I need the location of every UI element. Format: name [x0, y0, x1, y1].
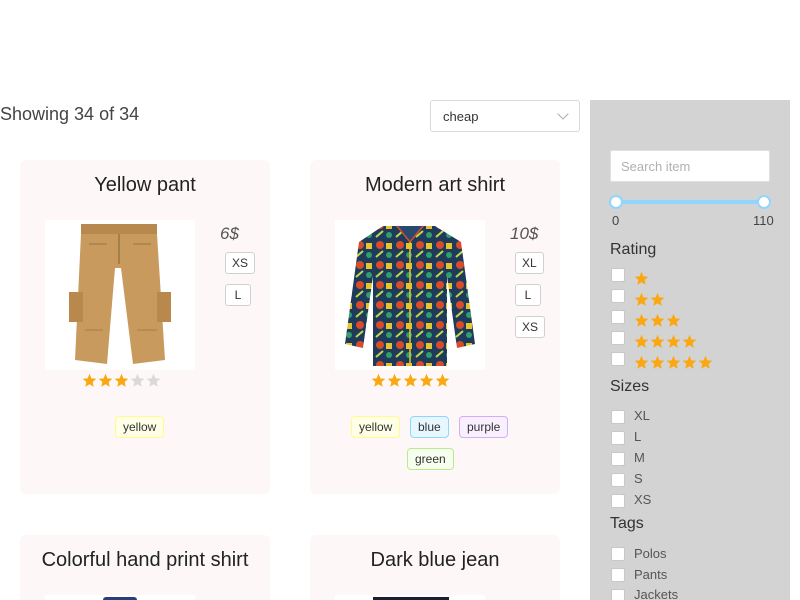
size-label: XL [634, 408, 650, 423]
product-image-dark-blue-jean [335, 595, 485, 600]
rating-option-stars [634, 355, 713, 370]
size-label: M [634, 450, 645, 465]
star-filled-icon [403, 373, 418, 387]
star-filled-icon [98, 373, 113, 387]
tag-label: Pants [634, 567, 668, 582]
star-filled-icon [82, 373, 97, 387]
product-card[interactable]: Modern art shirt 10$ XL L XS yellow blue… [310, 160, 560, 494]
product-price: 6$ [220, 224, 239, 243]
star-filled-icon [650, 313, 665, 327]
star-empty-icon [130, 373, 145, 387]
star-filled-icon [634, 313, 649, 327]
star-filled-icon [650, 334, 665, 348]
tag-yellow: yellow [115, 416, 165, 438]
sort-select-value: cheap [443, 108, 479, 124]
size-checkbox-m[interactable] [611, 452, 625, 466]
star-filled-icon [650, 355, 665, 369]
product-price: 10$ [510, 224, 539, 243]
size-badge: XS [225, 252, 256, 274]
size-checkbox-l[interactable] [611, 431, 625, 445]
product-image-modern-art-shirt [335, 220, 485, 370]
price-slider-track[interactable] [615, 200, 765, 204]
rating-checkbox-3[interactable] [611, 310, 625, 324]
product-card[interactable]: Dark blue jean [310, 535, 560, 600]
price-min-label: 0 [612, 213, 620, 228]
size-checkbox-xl[interactable] [611, 410, 625, 424]
size-checkbox-xs[interactable] [611, 494, 625, 508]
size-badge: XS [515, 316, 546, 338]
star-filled-icon [682, 355, 697, 369]
rating-option-stars [634, 334, 697, 349]
size-label: XS [634, 492, 652, 507]
results-count: Showing 34 of 34 [0, 104, 140, 124]
size-badge: L [515, 284, 541, 306]
tag-yellow: yellow [351, 416, 401, 438]
product-image-colorful-shirt [45, 595, 195, 600]
rating-option-stars [634, 313, 681, 328]
star-filled-icon [666, 334, 681, 348]
price-max-label: 110 [753, 213, 774, 228]
star-filled-icon [387, 373, 402, 387]
size-checkbox-s[interactable] [611, 473, 625, 487]
price-slider-min-handle[interactable] [609, 195, 623, 209]
rating-section-title: Rating [610, 241, 657, 258]
tag-blue: blue [410, 416, 449, 438]
chevron-down-icon [557, 108, 569, 120]
price-slider-max-handle[interactable] [757, 195, 771, 209]
size-badge: XL [515, 252, 544, 274]
tag-purple: purple [459, 416, 509, 438]
product-title: Yellow pant [94, 174, 196, 196]
rating-option-stars [634, 292, 665, 307]
size-label: L [634, 429, 642, 444]
star-filled-icon [666, 355, 681, 369]
star-filled-icon [435, 373, 450, 387]
tags-section-title: Tags [610, 515, 644, 532]
product-card[interactable]: Colorful hand print shirt [20, 535, 270, 600]
tag-label: Polos [634, 546, 667, 561]
star-filled-icon [698, 355, 713, 369]
product-title: Dark blue jean [370, 549, 500, 571]
star-filled-icon [634, 334, 649, 348]
product-rating [371, 373, 450, 388]
star-filled-icon [634, 292, 649, 306]
product-title: Modern art shirt [364, 174, 506, 196]
product-card[interactable]: Yellow pant 6$ XS L yellow [20, 160, 270, 494]
tag-checkbox-pants[interactable] [611, 568, 625, 582]
filter-sidebar: 0 110 Rating Sizes XL L M S XS Tags Polo… [590, 100, 790, 600]
star-filled-icon [634, 271, 649, 285]
size-label: S [634, 471, 643, 486]
star-filled-icon [682, 334, 697, 348]
star-filled-icon [634, 355, 649, 369]
search-input[interactable] [610, 150, 770, 182]
tag-green: green [407, 448, 454, 470]
rating-checkbox-2[interactable] [611, 289, 625, 303]
sizes-section-title: Sizes [610, 378, 650, 395]
star-empty-icon [146, 373, 161, 387]
star-filled-icon [650, 292, 665, 306]
product-image-yellow-pant [45, 220, 195, 370]
rating-checkbox-4[interactable] [611, 331, 625, 345]
size-badge: L [225, 284, 251, 306]
rating-checkbox-1[interactable] [611, 268, 625, 282]
tag-label: Jackets [634, 587, 679, 600]
star-filled-icon [666, 313, 681, 327]
tag-checkbox-jackets[interactable] [611, 589, 625, 600]
rating-checkbox-5[interactable] [611, 352, 625, 366]
star-filled-icon [114, 373, 129, 387]
star-filled-icon [419, 373, 434, 387]
sort-select[interactable]: cheap [430, 100, 580, 132]
tag-checkbox-polos[interactable] [611, 547, 625, 561]
rating-option-stars [634, 271, 649, 286]
product-title: Colorful hand print shirt [41, 549, 249, 571]
star-filled-icon [371, 373, 386, 387]
product-rating [82, 373, 161, 388]
